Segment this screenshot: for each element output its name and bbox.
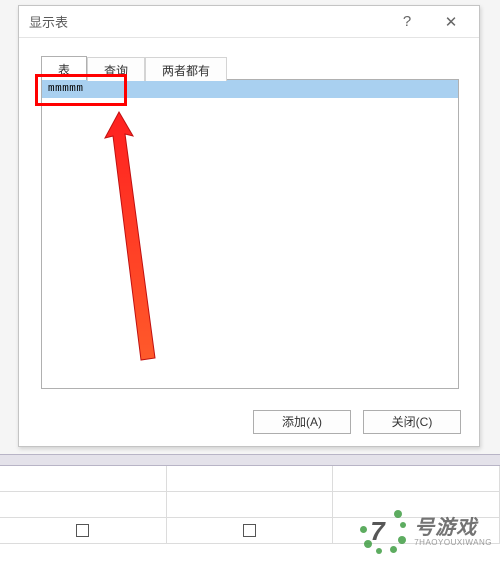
- grid-row: [0, 466, 500, 492]
- titlebar: 显示表 ? ✕: [19, 6, 479, 38]
- tab-queries[interactable]: 查询: [87, 57, 145, 81]
- button-row: 添加(A) 关闭(C): [253, 410, 461, 434]
- grid-cell: [333, 518, 500, 543]
- bg-strip: [0, 454, 500, 466]
- help-button[interactable]: ?: [385, 7, 429, 37]
- add-button[interactable]: 添加(A): [253, 410, 351, 434]
- show-table-dialog: 显示表 ? ✕ 表 查询 两者都有 mmmmm 添加(A) 关闭(C): [18, 5, 480, 447]
- grid-cell: [0, 518, 167, 543]
- grid-cell: [167, 518, 334, 543]
- grid-cell: [167, 492, 334, 517]
- grid-area: [0, 466, 500, 562]
- checkbox[interactable]: [243, 524, 256, 537]
- close-button[interactable]: 关闭(C): [363, 410, 461, 434]
- grid-cell: [333, 466, 500, 491]
- grid-cell: [0, 492, 167, 517]
- tab-row: 表 查询 两者都有: [41, 56, 227, 80]
- grid-cell: [167, 466, 334, 491]
- grid-cell: [0, 466, 167, 491]
- grid-cell: [333, 492, 500, 517]
- tab-both[interactable]: 两者都有: [145, 57, 227, 81]
- table-list[interactable]: mmmmm: [41, 79, 459, 389]
- dialog-title: 显示表: [29, 12, 385, 31]
- tab-tables[interactable]: 表: [41, 56, 87, 80]
- grid-row: [0, 492, 500, 518]
- list-item[interactable]: mmmmm: [42, 80, 458, 98]
- checkbox[interactable]: [76, 524, 89, 537]
- close-x-button[interactable]: ✕: [429, 7, 473, 37]
- grid-row: [0, 518, 500, 544]
